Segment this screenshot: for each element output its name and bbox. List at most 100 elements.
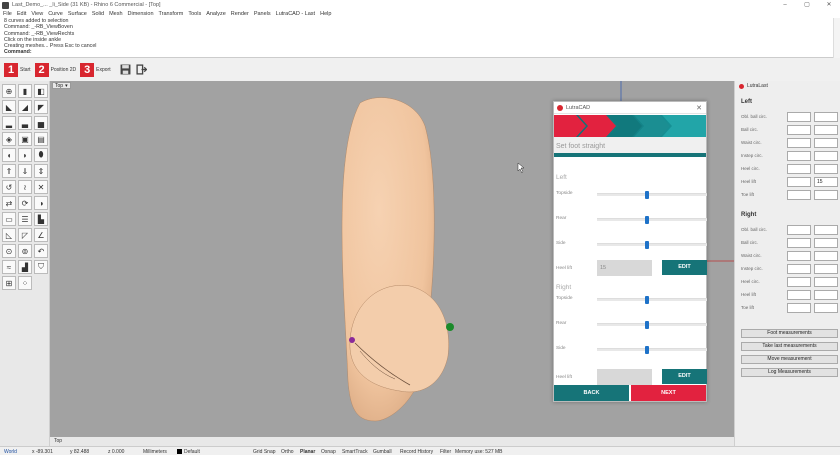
menu-transform[interactable]: Transform bbox=[159, 11, 184, 17]
measurement-input[interactable] bbox=[814, 277, 838, 287]
shoe-icon[interactable]: ▂ bbox=[2, 116, 16, 130]
arrows-icon[interactable]: ⇕ bbox=[34, 164, 48, 178]
refresh-icon[interactable]: ⟳ bbox=[18, 196, 32, 210]
menu-surface[interactable]: Surface bbox=[68, 11, 87, 17]
slider-thumb[interactable] bbox=[644, 216, 649, 224]
close-button[interactable]: ✕ bbox=[818, 0, 840, 10]
measurement-input[interactable] bbox=[787, 264, 811, 274]
measurement-input[interactable] bbox=[787, 190, 811, 200]
menu-solid[interactable]: Solid bbox=[92, 11, 104, 17]
viewport-tab-top-bottom[interactable]: Top bbox=[54, 438, 62, 444]
menu-help[interactable]: Help bbox=[320, 11, 331, 17]
measurement-input[interactable] bbox=[814, 225, 838, 235]
box-icon[interactable]: ▣ bbox=[18, 132, 32, 146]
measurement-input[interactable] bbox=[787, 251, 811, 261]
wave-icon[interactable]: ≈ bbox=[2, 260, 16, 274]
left-edit-button[interactable]: EDIT bbox=[662, 260, 707, 275]
mirror-icon[interactable]: ⇄ bbox=[2, 196, 16, 210]
foot-profile-icon[interactable]: ▮ bbox=[18, 84, 32, 98]
heel-icon[interactable]: ◢ bbox=[18, 100, 32, 114]
arrow-up-icon[interactable]: ⇑ bbox=[2, 164, 16, 178]
cut-icon[interactable]: ✕ bbox=[34, 180, 48, 194]
right-topside-slider[interactable] bbox=[597, 296, 707, 304]
step-icon[interactable]: ▙ bbox=[34, 212, 48, 226]
left-heel-lift-field[interactable]: 15 bbox=[597, 260, 652, 276]
dialog-close-button[interactable]: ✕ bbox=[696, 104, 702, 112]
right-rear-slider[interactable] bbox=[597, 321, 707, 329]
status-grid-snap[interactable]: Grid Snap bbox=[253, 449, 276, 455]
panel-button[interactable]: Take last measurements bbox=[741, 342, 838, 351]
menu-dimension[interactable]: Dimension bbox=[128, 11, 154, 17]
status-world[interactable]: World bbox=[4, 449, 17, 455]
slider-thumb[interactable] bbox=[644, 321, 649, 329]
layers-icon[interactable]: ☰ bbox=[18, 212, 32, 226]
panel-button[interactable]: Move measurement bbox=[741, 355, 838, 364]
measurement-input[interactable] bbox=[814, 290, 838, 300]
menu-panels[interactable]: Panels bbox=[254, 11, 271, 17]
back-button[interactable]: BACK bbox=[554, 385, 629, 401]
next-button[interactable]: NEXT bbox=[631, 385, 706, 401]
right-edit-button[interactable]: EDIT bbox=[662, 369, 707, 384]
foot-right-icon[interactable]: ◗ bbox=[18, 148, 32, 162]
measurement-input[interactable] bbox=[814, 112, 838, 122]
measurement-input[interactable] bbox=[814, 264, 838, 274]
menu-view[interactable]: View bbox=[31, 11, 43, 17]
minimize-button[interactable]: – bbox=[774, 0, 796, 10]
measurement-input[interactable] bbox=[787, 303, 811, 313]
measurement-input[interactable] bbox=[814, 190, 838, 200]
menu-curve[interactable]: Curve bbox=[48, 11, 63, 17]
measurement-input[interactable] bbox=[787, 238, 811, 248]
slider-thumb[interactable] bbox=[644, 296, 649, 304]
ankle-marker-green[interactable] bbox=[446, 323, 454, 331]
heel-height-icon[interactable]: ◺ bbox=[2, 228, 16, 242]
menu-mesh[interactable]: Mesh bbox=[109, 11, 122, 17]
cube-icon[interactable]: ◈ bbox=[2, 132, 16, 146]
measurement-input[interactable] bbox=[814, 138, 838, 148]
measurement-input[interactable] bbox=[787, 138, 811, 148]
measurement-input[interactable] bbox=[787, 225, 811, 235]
status-osnap[interactable]: Osnap bbox=[321, 449, 336, 455]
rotate-icon[interactable]: ↺ bbox=[2, 180, 16, 194]
image-icon[interactable]: ▤ bbox=[34, 132, 48, 146]
upper-icon[interactable]: ▅ bbox=[34, 116, 48, 130]
status-smarttrack[interactable]: SmartTrack bbox=[342, 449, 368, 455]
measurement-input[interactable] bbox=[814, 125, 838, 135]
status-gumball[interactable]: Gumball bbox=[373, 449, 392, 455]
step-position-2d[interactable]: 2 Position 2D bbox=[34, 62, 76, 77]
measurement-input[interactable] bbox=[814, 251, 838, 261]
save-icon[interactable] bbox=[120, 64, 131, 75]
measurement-input[interactable] bbox=[787, 164, 811, 174]
measurement-input[interactable] bbox=[787, 177, 811, 187]
footprint-icon[interactable]: ⬮ bbox=[34, 148, 48, 162]
section-icon[interactable]: ▭ bbox=[2, 212, 16, 226]
undo-icon[interactable]: ↶ bbox=[34, 244, 48, 258]
measurement-input[interactable] bbox=[787, 277, 811, 287]
target-icon[interactable]: ⊙ bbox=[2, 244, 16, 258]
right-heel-lift-field[interactable] bbox=[597, 369, 652, 385]
angle-icon[interactable]: ∠ bbox=[34, 228, 48, 242]
center-icon[interactable]: ⊚ bbox=[18, 244, 32, 258]
panel-button[interactable]: Foot measurements bbox=[741, 329, 838, 338]
left-rear-slider[interactable] bbox=[597, 216, 707, 224]
measurement-input[interactable] bbox=[814, 238, 838, 248]
panel-button[interactable]: Log Measurements bbox=[741, 368, 838, 377]
slider-thumb[interactable] bbox=[644, 191, 649, 199]
slider-thumb[interactable] bbox=[644, 241, 649, 249]
measurement-input[interactable] bbox=[787, 112, 811, 122]
boot-icon[interactable]: ▟ bbox=[18, 260, 32, 274]
foot-sole-icon[interactable]: ◧ bbox=[34, 84, 48, 98]
slider-thumb[interactable] bbox=[644, 346, 649, 354]
status-ortho[interactable]: Ortho bbox=[281, 449, 294, 455]
viewport-tab-top[interactable]: Top ▾ bbox=[52, 82, 71, 89]
toe-spring-icon[interactable]: ◸ bbox=[18, 228, 32, 242]
status-filter[interactable]: Filter bbox=[440, 449, 451, 455]
grid-icon[interactable]: ⊞ bbox=[2, 276, 16, 290]
scatter-icon[interactable]: ⁘ bbox=[18, 276, 32, 290]
exit-icon[interactable] bbox=[136, 64, 147, 75]
sole-icon[interactable]: ▃ bbox=[18, 116, 32, 130]
menu-analyze[interactable]: Analyze bbox=[206, 11, 226, 17]
maximize-button[interactable]: ▢ bbox=[796, 0, 818, 10]
shield-icon[interactable]: ⛉ bbox=[34, 260, 48, 274]
measurement-input[interactable] bbox=[814, 151, 838, 161]
status-layer[interactable]: Default bbox=[177, 448, 200, 455]
